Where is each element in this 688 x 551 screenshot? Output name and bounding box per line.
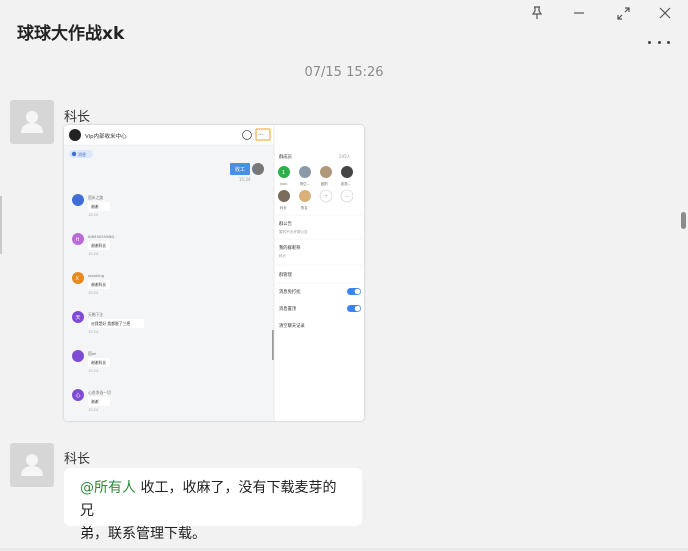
group-logo-icon — [69, 129, 81, 141]
svg-text:···: ··· — [258, 132, 264, 139]
shot-member-2: 阿亿... — [300, 181, 310, 186]
shot-msg-text: 谢谢 — [91, 399, 99, 404]
shot-msg-time: 15:24 — [88, 408, 99, 412]
shot-nickname-label: 我的群昵称 — [279, 244, 301, 251]
shot-clear-label: 清空聊天记录 — [279, 322, 305, 329]
shot-msg-initial: 心 — [76, 392, 81, 399]
shot-notice-text: 暂时不允许群公告 — [279, 229, 308, 234]
shot-pin-label: 消息置顶 — [279, 305, 297, 312]
shot-member-3: 欧阳 — [321, 181, 328, 186]
shot-chip: 消息 — [78, 151, 86, 157]
shot-my-time: 15:24 — [239, 177, 251, 182]
shot-member-5: 科长 — [280, 205, 287, 210]
shot-my-msg: 收工 — [235, 166, 245, 173]
shot-msg-name: 天赐下注 — [88, 312, 103, 317]
close-icon[interactable] — [652, 4, 678, 22]
image-message[interactable]: Vip内部收米中心 ··· 消息 收工 15:24 国米之路谢谢 15:24 H KJ… — [64, 125, 364, 421]
chat-title: 球球大作战xk — [17, 24, 125, 44]
shot-msg-time: 15:24 — [88, 252, 99, 256]
sender-avatar[interactable] — [10, 443, 54, 487]
scrollbar-thumb[interactable] — [681, 212, 686, 229]
more-options-icon[interactable] — [648, 36, 670, 48]
title-bar: 球球大作战xk — [0, 0, 688, 60]
shot-msg-avatar — [72, 194, 84, 206]
svg-text:+: + — [324, 193, 329, 200]
shot-notice-label: 群公告 — [279, 220, 293, 227]
maximize-icon[interactable] — [610, 4, 636, 22]
shot-msg-name: 国米之路 — [88, 195, 103, 200]
svg-text:−: − — [345, 193, 350, 200]
shot-msg-avatar — [72, 350, 84, 362]
sender-avatar[interactable] — [10, 100, 54, 144]
shot-msg-initial: X — [76, 276, 80, 282]
message-text-line2: 弟，联系管理下载。 — [80, 526, 206, 542]
mention-all[interactable]: @所有人 — [80, 480, 136, 496]
svg-text:1: 1 — [282, 170, 285, 176]
shot-msg-text: 谢谢科长 — [91, 243, 106, 248]
shot-msg-name: 心态净选一切 — [88, 390, 111, 395]
text-message[interactable]: @所有人 收工，收麻了，没有下载麦芽的兄 弟，联系管理下载。 — [64, 468, 362, 542]
shot-msg-initial: H — [76, 237, 80, 243]
shot-msg-time: 15:24 — [88, 213, 99, 217]
shot-msg-text: 谢谢科长 — [91, 360, 106, 365]
shot-msg-initial: 天 — [76, 315, 81, 321]
shot-msg-name: 国ok — [88, 351, 97, 356]
shot-msg-text: @我是好 我都脱了三把 — [91, 321, 130, 326]
shot-member-4: 彭燕... — [341, 181, 351, 186]
shot-msg-name: KJ6940559ND — [88, 234, 114, 239]
shot-msg-text: 谢谢科长 — [91, 282, 106, 287]
shot-member-1: yuru — [280, 182, 288, 186]
shot-group-title: Vip内部收米中心 — [85, 132, 127, 140]
shot-nickname-value: 科长 — [279, 253, 287, 258]
shot-manage-label: 群管理 — [279, 271, 293, 278]
shot-members-label: 群成员 — [279, 153, 293, 160]
shot-msg-time: 15:24 — [88, 369, 99, 373]
shot-mute-label: 消息免打扰 — [279, 288, 301, 295]
chat-timestamp: 07/15 15:26 — [304, 65, 384, 80]
sender-name: 科长 — [64, 110, 91, 125]
pin-icon[interactable] — [524, 4, 550, 22]
minimize-icon[interactable] — [566, 4, 592, 22]
shot-msg-time: 15:24 — [88, 330, 99, 334]
shot-msg-time: 15:24 — [88, 291, 99, 295]
sender-name: 科长 — [64, 452, 91, 467]
shot-msg-name: xiaoking — [88, 273, 105, 278]
left-resize-handle[interactable] — [0, 196, 2, 254]
shot-msg-text: 谢谢 — [91, 204, 99, 209]
shot-member-6: 陈名 — [301, 205, 308, 210]
shot-members-count: 245人 — [339, 154, 351, 159]
